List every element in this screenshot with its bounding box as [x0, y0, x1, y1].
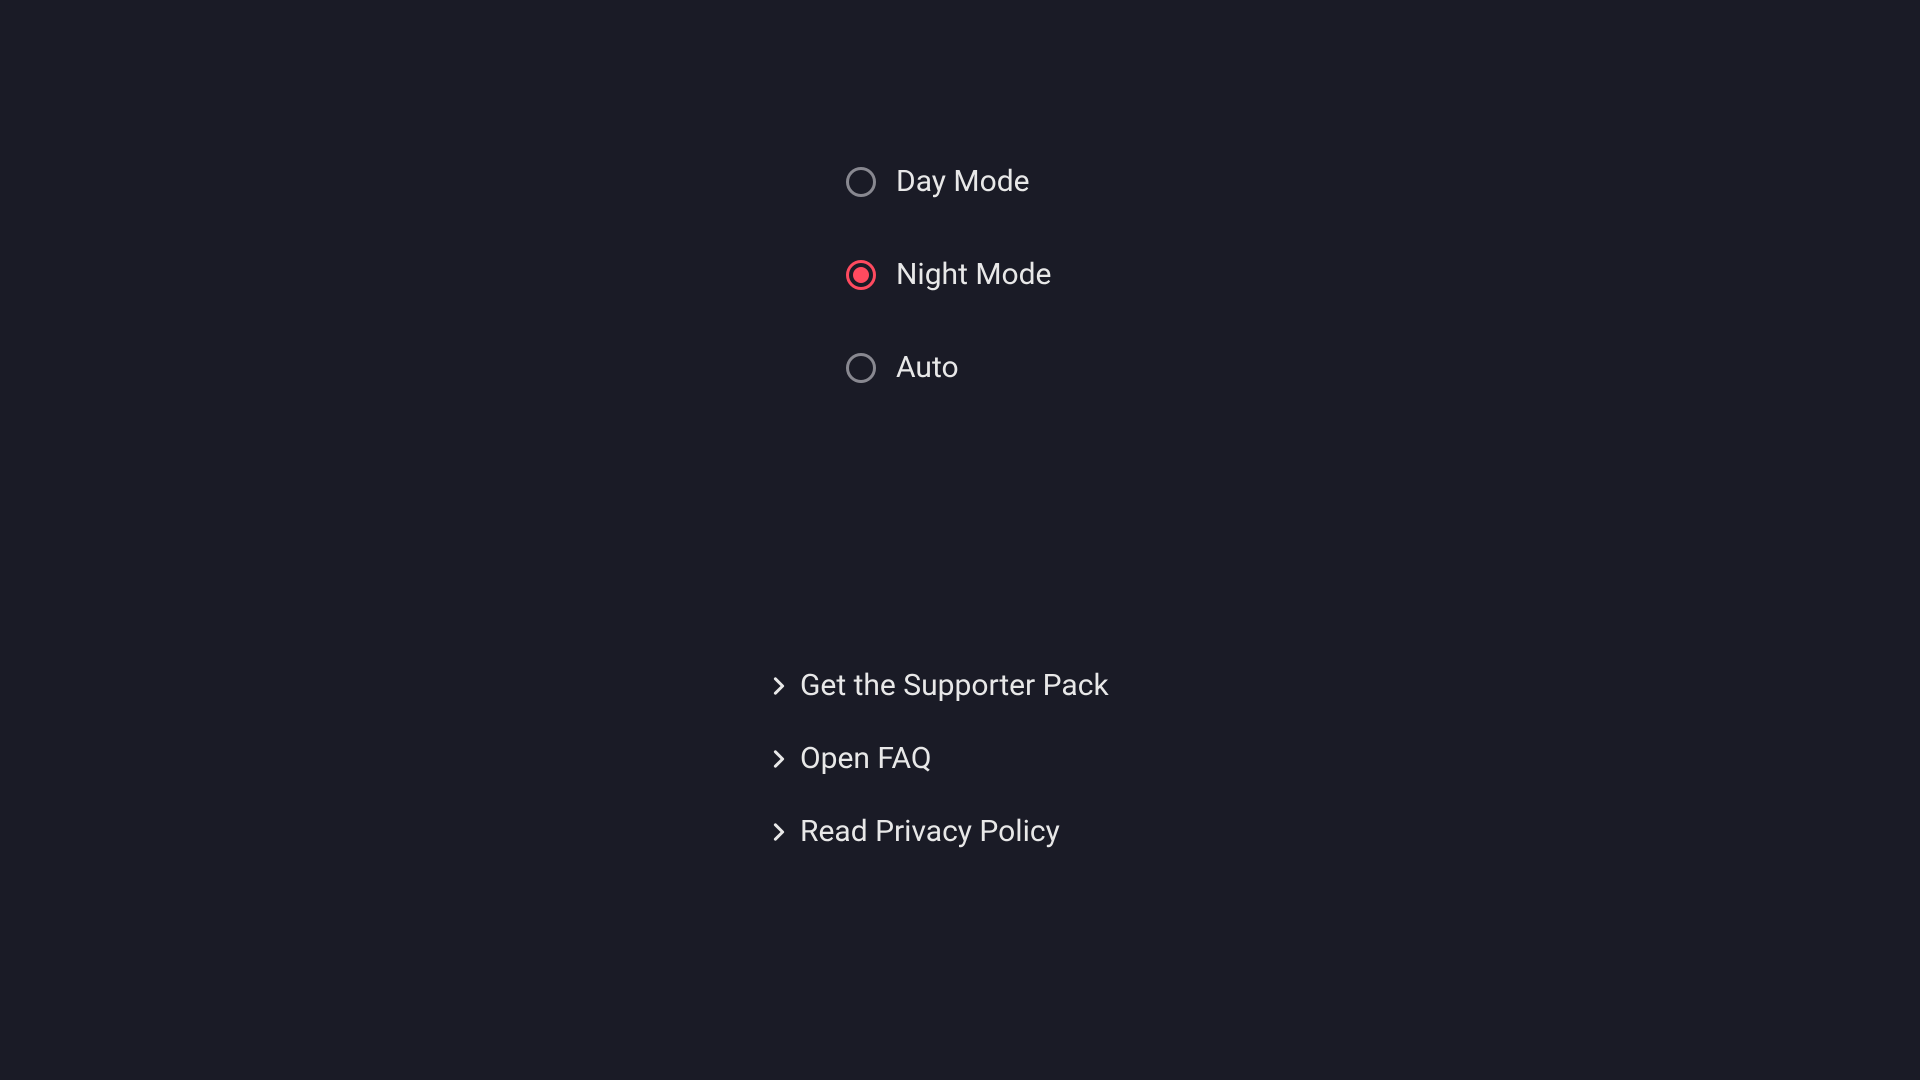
chevron-right-icon [772, 748, 786, 770]
chevron-right-icon [772, 675, 786, 697]
theme-radio-group: Day Mode Night Mode Auto [846, 164, 1051, 385]
radio-circle-icon [846, 167, 876, 197]
radio-label: Night Mode [896, 257, 1051, 292]
link-label: Read Privacy Policy [800, 814, 1060, 849]
chevron-right-icon [772, 821, 786, 843]
link-faq[interactable]: Open FAQ [772, 741, 1109, 776]
link-supporter-pack[interactable]: Get the Supporter Pack [772, 668, 1109, 703]
link-label: Get the Supporter Pack [800, 668, 1109, 703]
link-privacy-policy[interactable]: Read Privacy Policy [772, 814, 1109, 849]
radio-night-mode[interactable]: Night Mode [846, 257, 1051, 292]
radio-auto[interactable]: Auto [846, 350, 1051, 385]
radio-day-mode[interactable]: Day Mode [846, 164, 1051, 199]
settings-panel: Day Mode Night Mode Auto Get the Support… [0, 0, 1920, 1080]
radio-label: Day Mode [896, 164, 1030, 199]
radio-label: Auto [896, 350, 959, 385]
radio-selected-icon [846, 260, 876, 290]
radio-dot-icon [853, 267, 869, 283]
link-label: Open FAQ [800, 741, 932, 776]
links-group: Get the Supporter Pack Open FAQ Read Pri… [772, 668, 1109, 849]
radio-circle-icon [846, 353, 876, 383]
